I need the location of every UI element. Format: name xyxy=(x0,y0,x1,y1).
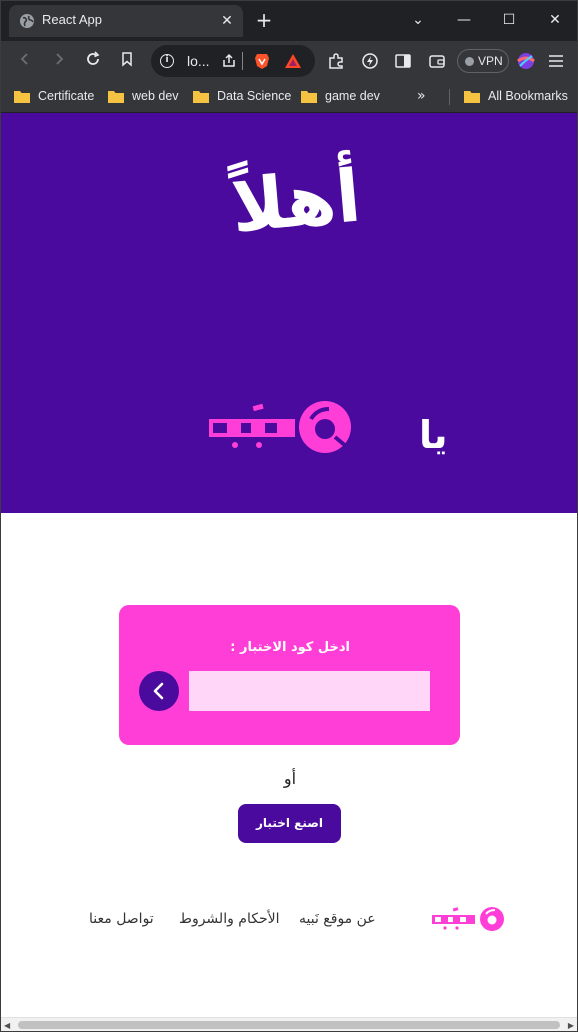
info-icon[interactable]: i xyxy=(160,54,174,68)
folder-icon xyxy=(108,91,124,103)
folder-icon xyxy=(14,91,30,103)
scroll-right-icon[interactable]: ▶ xyxy=(568,1021,574,1030)
scrollbar-thumb[interactable] xyxy=(18,1021,560,1029)
ya-text: يا xyxy=(419,413,448,457)
tab-react-app[interactable]: React App ✕ xyxy=(9,5,243,37)
back-button[interactable] xyxy=(15,51,35,71)
share-icon[interactable] xyxy=(221,53,237,69)
or-divider-text: أو xyxy=(283,769,297,788)
quiz-code-input[interactable] xyxy=(189,671,430,711)
address-bar[interactable]: i lo... xyxy=(151,45,315,77)
bookmarks-bar: Certificate web dev Data Science game de… xyxy=(1,81,577,113)
arrow-right-icon xyxy=(56,53,64,65)
folder-icon xyxy=(193,91,209,103)
leo-ai-icon[interactable] xyxy=(361,52,379,70)
folder-icon xyxy=(464,91,480,103)
horizontal-scrollbar[interactable]: ◀ ▶ xyxy=(1,1017,577,1031)
tab-search-chevron-icon[interactable]: ⌄ xyxy=(409,11,427,29)
create-quiz-button[interactable]: اصنع اختبار xyxy=(238,804,341,843)
footer: عن موقع نَبيه الأحكام والشروط تواصل معنا xyxy=(1,905,577,935)
arrow-left-icon xyxy=(20,53,28,65)
bookmark-button[interactable] xyxy=(117,51,137,71)
bookmarks-overflow-button[interactable]: » xyxy=(417,88,426,104)
sidebar-toggle-icon[interactable] xyxy=(394,52,412,70)
footer-logo[interactable] xyxy=(431,905,505,933)
reload-icon xyxy=(87,51,100,65)
footer-link-about[interactable]: عن موقع نَبيه xyxy=(299,911,376,927)
nabeeh-logo xyxy=(209,401,351,453)
bookmark-label: web dev xyxy=(132,89,179,103)
brave-shields-icon[interactable] xyxy=(253,52,271,70)
bookmark-label: game dev xyxy=(325,89,380,103)
welcome-heading: أهلاً xyxy=(227,153,365,249)
scroll-left-icon[interactable]: ◀ xyxy=(4,1021,10,1030)
wallet-icon[interactable] xyxy=(428,52,446,70)
vpn-status-icon xyxy=(465,57,474,66)
omnibox-divider xyxy=(242,52,243,70)
chevron-left-icon xyxy=(153,682,164,700)
extensions-icon[interactable] xyxy=(327,52,345,70)
vpn-label: VPN xyxy=(478,54,503,68)
reload-button[interactable] xyxy=(83,51,103,71)
forward-button[interactable] xyxy=(49,51,69,71)
hero-section: أهلاً يا xyxy=(1,113,577,513)
tab-title: React App xyxy=(42,12,102,27)
minimize-button[interactable]: — xyxy=(455,11,473,29)
footer-link-terms[interactable]: الأحكام والشروط xyxy=(179,911,279,927)
close-window-button[interactable]: ✕ xyxy=(546,11,564,29)
bookmark-icon xyxy=(122,52,132,67)
browser-toolbar: i lo... VPN xyxy=(1,41,577,81)
url-text[interactable]: lo... xyxy=(187,53,210,69)
vpn-button[interactable]: VPN xyxy=(457,49,509,73)
browser-window: React App ✕ + ⌄ — ☐ ✕ i lo... VPN Certif… xyxy=(0,0,578,1032)
all-bookmarks-label: All Bookmarks xyxy=(488,89,568,103)
new-tab-button[interactable]: + xyxy=(255,10,273,30)
folder-icon xyxy=(301,91,317,103)
quiz-code-label: ادخل كود الاختبار : xyxy=(230,640,350,655)
submit-code-button[interactable] xyxy=(139,671,179,711)
bookmark-label: Data Science xyxy=(217,89,292,103)
tab-bar: React App ✕ + ⌄ — ☐ ✕ xyxy=(1,1,577,41)
brave-rewards-icon[interactable] xyxy=(284,53,302,69)
globe-icon xyxy=(20,14,34,28)
tab-close-icon[interactable]: ✕ xyxy=(219,13,235,29)
quiz-code-card: ادخل كود الاختبار : xyxy=(119,605,460,745)
footer-link-contact[interactable]: تواصل معنا xyxy=(89,911,154,927)
maximize-button[interactable]: ☐ xyxy=(500,11,518,29)
profile-avatar-icon[interactable] xyxy=(517,52,535,70)
bookmark-label: Certificate xyxy=(38,89,95,103)
menu-icon[interactable] xyxy=(547,52,565,70)
page-content: أهلاً يا ادخل كود الاختبار : أو اصنع اخت… xyxy=(1,113,577,1017)
bookmarks-divider xyxy=(449,89,450,105)
